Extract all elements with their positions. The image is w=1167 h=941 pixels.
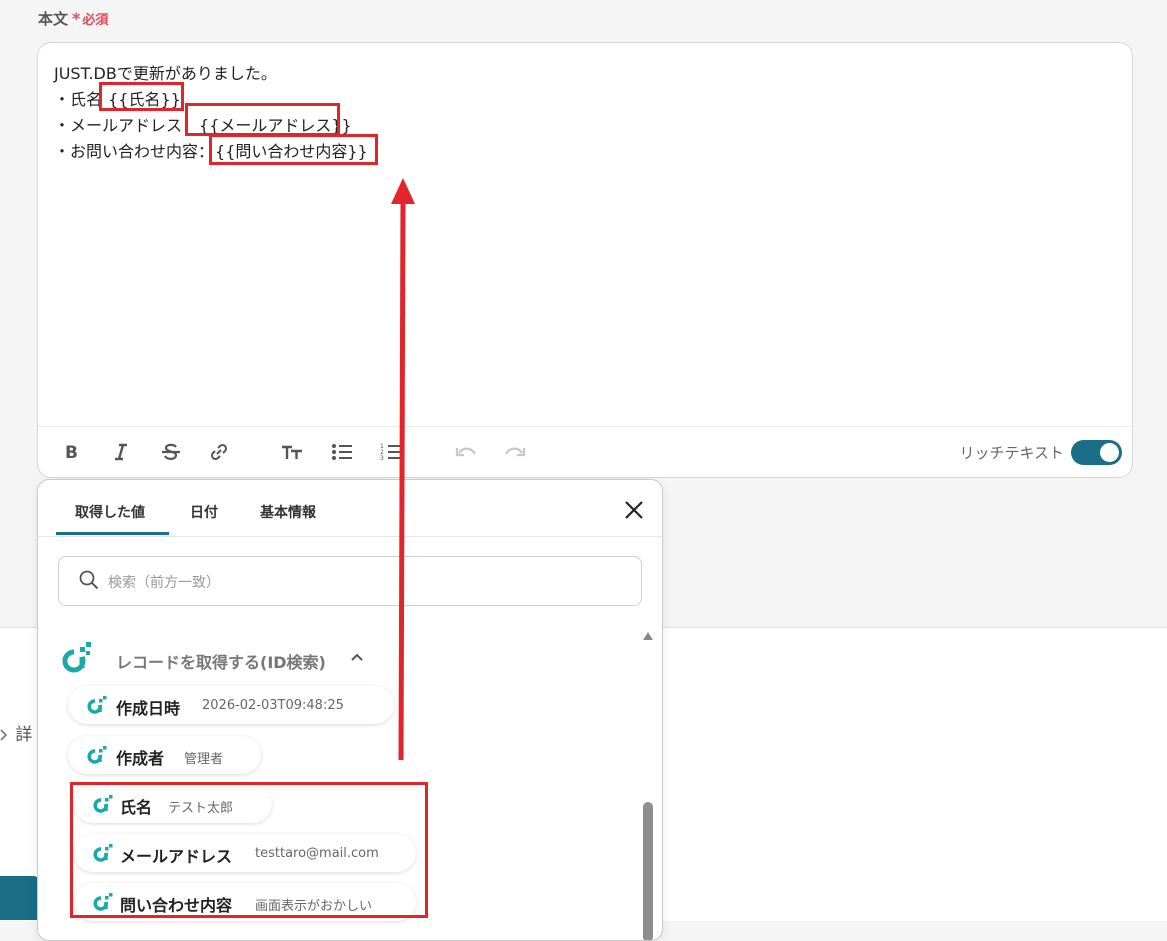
editor-toolbar: B 123 リッチテキスト — [38, 426, 1132, 477]
tab-date[interactable]: 日付 — [190, 502, 218, 522]
link-icon[interactable] — [207, 440, 231, 464]
required-asterisk: * — [72, 9, 81, 28]
search-icon — [79, 570, 99, 590]
panel-scrollbar[interactable] — [642, 632, 654, 940]
field-label-text: 本文 — [38, 10, 69, 28]
chevron-right-icon — [0, 729, 8, 741]
primary-button-partial[interactable] — [0, 876, 38, 920]
chip-value: 管理者 — [184, 752, 224, 767]
app-logo-icon — [87, 746, 107, 764]
highlight-email-token — [185, 103, 340, 136]
bold-icon[interactable]: B — [59, 440, 83, 464]
scroll-up-arrow-icon[interactable] — [643, 632, 653, 640]
svg-text:3: 3 — [380, 455, 384, 462]
app-logo-icon — [62, 642, 91, 673]
undo-icon[interactable] — [454, 440, 478, 464]
group-title: レコードを取得する(ID検索) — [116, 653, 326, 672]
line-prefix: ・お問い合わせ内容： — [54, 142, 215, 161]
group-header-record-fetch[interactable]: レコードを取得する(ID検索) — [60, 640, 363, 676]
variable-chip-created-at[interactable]: 作成日時 2026-02-03T09:48:25 — [68, 686, 394, 724]
line-prefix: ・メールアドレス： — [54, 116, 199, 135]
highlight-name-token — [99, 82, 184, 111]
numbered-list-icon[interactable]: 123 — [379, 440, 403, 464]
required-text: 必須 — [82, 13, 109, 28]
text-size-icon[interactable] — [280, 440, 304, 464]
chip-value: 2026-02-03T09:48:25 — [202, 698, 344, 713]
active-tab-indicator — [56, 532, 169, 535]
toggle-knob — [1100, 443, 1119, 462]
strikethrough-icon[interactable] — [159, 440, 183, 464]
chip-name: 作成日時 — [116, 699, 181, 718]
chevron-up-icon — [351, 653, 363, 661]
tab-basic-info[interactable]: 基本情報 — [260, 502, 316, 522]
tab-acquired-values[interactable]: 取得した値 — [75, 502, 145, 522]
variable-chip-creator[interactable]: 作成者 管理者 — [68, 736, 261, 774]
chip-name: 作成者 — [116, 749, 165, 768]
field-label: 本文 * 必須 — [38, 8, 108, 29]
italic-icon[interactable] — [109, 440, 133, 464]
highlight-inquiry-token — [209, 134, 378, 165]
rich-text-toggle[interactable] — [1071, 440, 1122, 465]
search-input[interactable]: 検索（前方一致） — [58, 556, 642, 606]
highlight-selected-chips — [70, 782, 428, 918]
redo-icon[interactable] — [503, 440, 527, 464]
svg-text:B: B — [65, 443, 78, 461]
bulleted-list-icon[interactable] — [330, 440, 354, 464]
rich-text-label: リッチテキスト — [959, 444, 1064, 462]
scroll-thumb[interactable] — [643, 802, 653, 940]
detail-label-text: 詳 — [15, 725, 33, 745]
search-placeholder: 検索（前方一致） — [108, 575, 220, 591]
app-logo-icon — [87, 696, 107, 714]
close-icon[interactable] — [620, 496, 648, 524]
detail-label[interactable]: 詳 — [0, 720, 32, 745]
panel-tabs: 取得した値 日付 基本情報 — [38, 480, 662, 537]
